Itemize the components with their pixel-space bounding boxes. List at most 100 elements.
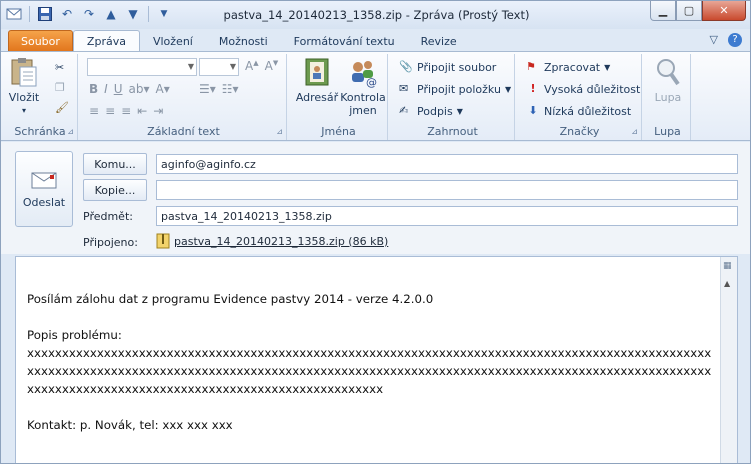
underline-icon[interactable]: U bbox=[114, 82, 123, 96]
close-button[interactable]: ✕ bbox=[702, 1, 746, 21]
collapse-ribbon-icon[interactable]: ▽ bbox=[710, 33, 718, 47]
tab-file[interactable]: Soubor bbox=[8, 30, 73, 52]
flag-icon: ⚑ bbox=[526, 60, 536, 73]
window-controls: ▁ ▢ ✕ bbox=[650, 1, 746, 21]
zoom-button[interactable]: Lupa bbox=[649, 56, 687, 104]
to-button[interactable]: Komu... bbox=[83, 153, 147, 175]
send-button[interactable]: Odeslat bbox=[15, 151, 73, 227]
check-names-label-2: jmen bbox=[349, 104, 377, 117]
zoom-group-label: Lupa bbox=[654, 125, 681, 138]
envelope-icon: ✉ bbox=[399, 82, 409, 95]
attach-item-button[interactable]: ✉ Připojit položku ▼ bbox=[399, 80, 511, 98]
svg-text:@: @ bbox=[366, 76, 377, 88]
clipboard-group: Vložit ▾ ✂ ❐ 🖌 Schránka ⊿ bbox=[3, 54, 78, 140]
zoom-label: Lupa bbox=[654, 91, 682, 104]
italic-icon[interactable]: I bbox=[104, 82, 108, 96]
paste-button[interactable]: Vložit ▾ bbox=[7, 56, 41, 117]
decrease-indent-icon[interactable]: ⇤ bbox=[137, 104, 147, 118]
magnifier-icon bbox=[657, 59, 680, 86]
help-icon[interactable]: ? bbox=[728, 33, 742, 47]
window-title: pastva_14_20140213_1358.zip - Zpráva (Pr… bbox=[223, 8, 530, 22]
signature-icon: ✍ bbox=[399, 104, 409, 117]
message-body[interactable]: Posílám zálohu dat z programu Evidence p… bbox=[15, 256, 738, 463]
attach-file-label: Připojit soubor bbox=[417, 60, 497, 74]
maximize-button[interactable]: ▢ bbox=[676, 1, 702, 21]
bullets-icon[interactable]: ☰▾ bbox=[199, 82, 216, 96]
shrink-font-icon[interactable]: A▼ bbox=[265, 59, 279, 73]
follow-up-button[interactable]: ⚑ Zpracovat ▼ bbox=[526, 58, 610, 76]
cc-button[interactable]: Kopie... bbox=[83, 179, 147, 201]
ruler-icon[interactable]: ▦ bbox=[723, 261, 735, 273]
tab-review[interactable]: Revize bbox=[408, 30, 470, 52]
cut-icon[interactable]: ✂ bbox=[55, 58, 64, 76]
font-color-icon[interactable]: A▾ bbox=[156, 82, 170, 96]
compose-header: Odeslat Komu... aginfo@aginfo.cz Kopie..… bbox=[1, 142, 750, 254]
dialog-launcher-icon[interactable]: ⊿ bbox=[276, 127, 283, 136]
basic-text-group: ▼ ▼ A▲ A▼ B I U ab▾ A▾ ☰▾ ☷▾ ≡ ≡ ≡ ⇤ ⇥ Z… bbox=[81, 54, 287, 140]
ribbon-tabs: Soubor Zpráva Vložení Možnosti Formátová… bbox=[1, 29, 750, 52]
address-book-label: Adresář bbox=[295, 91, 339, 104]
signature-button[interactable]: ✍ Podpis ▼ bbox=[399, 102, 463, 120]
include-group: 📎 Připojit soubor ✉ Připojit položku ▼ ✍… bbox=[391, 54, 515, 140]
chevron-down-icon: ▼ bbox=[504, 84, 512, 94]
message-text: Posílám zálohu dat z programu Evidence p… bbox=[27, 292, 712, 432]
title-bar: ↶ ↷ ▲ ▼ ▼ pastva_14_20140213_1358.zip - … bbox=[1, 1, 750, 29]
dialog-launcher-icon[interactable]: ⊿ bbox=[631, 127, 638, 136]
list-buttons: ☰▾ ☷▾ bbox=[199, 82, 239, 96]
paste-icon bbox=[11, 58, 37, 87]
outlook-message-window: ↶ ↷ ▲ ▼ ▼ pastva_14_20140213_1358.zip - … bbox=[0, 0, 751, 464]
attachment-item[interactable]: pastva_14_20140213_1358.zip (86 kB) bbox=[156, 233, 388, 249]
clipboard-group-label: Schránka bbox=[14, 125, 66, 138]
high-importance-button[interactable]: ! Vysoká důležitost bbox=[526, 80, 640, 98]
address-book-button[interactable]: Adresář bbox=[294, 56, 340, 104]
font-size-combo[interactable]: ▼ bbox=[199, 58, 239, 76]
increase-indent-icon[interactable]: ⇥ bbox=[153, 104, 163, 118]
dialog-launcher-icon[interactable]: ⊿ bbox=[67, 127, 74, 136]
attach-file-button[interactable]: 📎 Připojit soubor bbox=[399, 58, 496, 76]
low-importance-label: Nízká důležitost bbox=[544, 104, 632, 118]
to-field[interactable]: aginfo@aginfo.cz bbox=[156, 154, 738, 174]
font-name-combo[interactable]: ▼ bbox=[87, 58, 197, 76]
highlight-icon[interactable]: ab▾ bbox=[129, 82, 150, 96]
tab-format-text[interactable]: Formátování textu bbox=[281, 30, 408, 52]
down-arrow-icon: ⬇ bbox=[528, 104, 538, 117]
attachment-name: pastva_14_20140213_1358.zip (86 kB) bbox=[174, 234, 389, 248]
check-names-button[interactable]: @ Kontrola jmen bbox=[340, 56, 386, 117]
signature-label: Podpis bbox=[417, 104, 453, 118]
send-label: Odeslat bbox=[22, 195, 66, 209]
paste-label: Vložit bbox=[8, 91, 40, 104]
include-group-label: Zahrnout bbox=[427, 125, 478, 138]
address-book-icon bbox=[305, 58, 329, 86]
low-importance-button[interactable]: ⬇ Nízká důležitost bbox=[526, 102, 631, 120]
align-center-icon[interactable]: ≡ bbox=[105, 104, 115, 118]
align-right-icon[interactable]: ≡ bbox=[121, 104, 131, 118]
tags-group: ⚑ Zpracovat ▼ ! Vysoká důležitost ⬇ Nízk… bbox=[518, 54, 642, 140]
ribbon: Vložit ▾ ✂ ❐ 🖌 Schránka ⊿ ▼ ▼ A▲ A▼ B I … bbox=[1, 51, 750, 141]
tab-message[interactable]: Zpráva bbox=[72, 30, 140, 52]
font-size-buttons: A▲ A▼ bbox=[245, 59, 278, 73]
vertical-scrollbar[interactable]: ▦ ▲ bbox=[720, 257, 737, 463]
format-painter-icon[interactable]: 🖌 bbox=[55, 98, 69, 116]
basic-text-group-label: Základní text bbox=[147, 125, 220, 138]
follow-up-label: Zpracovat bbox=[544, 60, 601, 74]
subject-field[interactable]: pastva_14_20140213_1358.zip bbox=[156, 206, 738, 226]
high-importance-label: Vysoká důležitost bbox=[544, 82, 641, 96]
align-buttons: ≡ ≡ ≡ ⇤ ⇥ bbox=[89, 104, 163, 118]
names-group-label: Jména bbox=[321, 125, 356, 138]
style-buttons: B I U ab▾ A▾ bbox=[89, 82, 170, 96]
copy-icon[interactable]: ❐ bbox=[55, 78, 65, 96]
bold-icon[interactable]: B bbox=[89, 82, 98, 96]
tab-insert[interactable]: Vložení bbox=[140, 30, 206, 52]
scroll-up-icon[interactable]: ▲ bbox=[724, 279, 730, 288]
tab-options[interactable]: Možnosti bbox=[206, 30, 281, 52]
align-left-icon[interactable]: ≡ bbox=[89, 104, 99, 118]
attached-label: Připojeno: bbox=[83, 236, 138, 249]
attach-item-label: Připojit položku bbox=[417, 82, 501, 96]
cc-field[interactable] bbox=[156, 180, 738, 200]
subject-label: Předmět: bbox=[83, 210, 133, 223]
zoom-group: Lupa Lupa bbox=[645, 54, 691, 140]
numbering-icon[interactable]: ☷▾ bbox=[222, 82, 239, 96]
grow-font-icon[interactable]: A▲ bbox=[245, 59, 259, 73]
minimize-button[interactable]: ▁ bbox=[650, 1, 676, 21]
tags-group-label: Značky bbox=[559, 125, 600, 138]
